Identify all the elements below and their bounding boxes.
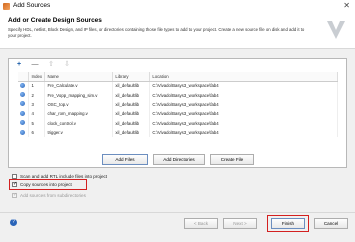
page-description: Specify HDL, netlist, Block Design, and … [8, 27, 305, 38]
row-location: C:\Vivado\Basys3_workspace\fab4 [149, 118, 338, 128]
title-bar: Add Sources ✕ [0, 0, 355, 13]
row-library[interactable]: xil_defaultlib [112, 127, 151, 138]
add-subdirs-option[interactable]: ✓ Add sources from subdirectories [12, 193, 86, 198]
row-name: Fre_Calculate.v [44, 81, 114, 91]
table-row[interactable]: 4 char_rom_mapping.v xil_defaultlib C:\V… [18, 109, 338, 119]
table-row[interactable]: 6 trigger.v xil_defaultlib C:\Vivado\Bas… [18, 127, 338, 138]
add-sources-dialog: Add Sources ✕ Add or Create Design Sourc… [0, 0, 355, 242]
row-index: 4 [28, 109, 46, 119]
sources-table: Index Name Library Location 1 Fre_Calcul… [18, 72, 338, 138]
row-location: C:\Vivado\Basys3_workspace\fab4 [149, 127, 338, 138]
copy-sources-label: Copy sources into project [20, 182, 72, 187]
table-row[interactable]: 1 Fre_Calculate.v xil_defaultlib C:\Viva… [18, 81, 338, 91]
add-files-button[interactable]: Add Files [102, 154, 148, 165]
cancel-button[interactable]: Cancel [314, 218, 348, 229]
close-icon[interactable]: ✕ [343, 1, 350, 10]
row-library[interactable]: xil_defaultlib [112, 99, 151, 110]
sources-toolbar: + — ⇧ ⇩ [9, 59, 346, 71]
col-name-header[interactable]: Name [44, 72, 114, 82]
footer-divider [0, 212, 355, 213]
vivado-logo-icon [327, 21, 345, 39]
table-row[interactable]: 2 Fre_Vopp_mapping_sim.v xil_defaultlib … [18, 90, 338, 100]
copy-sources-checkbox[interactable]: ✓ [12, 182, 17, 187]
col-location-header[interactable]: Location [149, 72, 338, 82]
help-icon[interactable]: ? [10, 219, 17, 226]
row-index: 6 [28, 127, 46, 138]
add-subdirs-label: Add sources from subdirectories [20, 193, 86, 198]
verilog-file-icon [20, 101, 25, 107]
next-button[interactable]: Next > [223, 218, 257, 229]
vivado-app-icon [3, 3, 10, 10]
verilog-file-icon [20, 129, 25, 135]
row-location: C:\Vivado\Basys3_workspace\fab4 [149, 99, 338, 110]
row-index: 2 [28, 90, 46, 100]
verilog-file-icon [20, 110, 25, 116]
row-index: 5 [28, 118, 46, 128]
add-directories-button[interactable]: Add Directories [153, 154, 205, 165]
back-button[interactable]: < Back [184, 218, 218, 229]
row-name: OSC_top.v [44, 99, 114, 110]
row-name: trigger.v [44, 127, 114, 138]
col-icon-header [18, 72, 30, 82]
table-row[interactable]: 5 clock_control.v xil_defaultlib C:\Viva… [18, 118, 338, 128]
verilog-file-icon [20, 120, 25, 126]
col-library-header[interactable]: Library [112, 72, 151, 82]
row-name: Fre_Vopp_mapping_sim.v [44, 90, 114, 100]
table-header-row: Index Name Library Location [18, 72, 338, 82]
row-location: C:\Vivado\Basys3_workspace\fab4 [149, 109, 338, 119]
create-file-button[interactable]: Create File [210, 154, 254, 165]
add-icon[interactable]: + [15, 60, 23, 70]
window-title: Add Sources [13, 2, 51, 9]
verilog-file-icon [20, 92, 25, 98]
page-title: Add or Create Design Sources [8, 17, 102, 24]
add-subdirs-checkbox[interactable]: ✓ [12, 193, 17, 198]
row-location: C:\Vivado\Basys3_workspace\fab4 [149, 81, 338, 91]
row-library[interactable]: xil_defaultlib [112, 81, 151, 91]
row-library[interactable]: xil_defaultlib [112, 90, 151, 100]
row-index: 3 [28, 99, 46, 110]
row-index: 1 [28, 81, 46, 91]
row-library[interactable]: xil_defaultlib [112, 109, 151, 119]
col-index-header[interactable]: Index [28, 72, 46, 82]
move-up-icon[interactable]: ⇧ [47, 60, 55, 70]
verilog-file-icon [20, 82, 25, 88]
row-name: clock_control.v [44, 118, 114, 128]
copy-sources-option[interactable]: ✓ Copy sources into project [12, 182, 72, 187]
row-name: char_rom_mapping.v [44, 109, 114, 119]
row-library[interactable]: xil_defaultlib [112, 118, 151, 128]
move-down-icon[interactable]: ⇩ [63, 60, 71, 70]
remove-icon[interactable]: — [31, 60, 39, 70]
finish-button[interactable]: Finish [271, 218, 305, 229]
dialog-header: Add or Create Design Sources Specify HDL… [0, 13, 355, 49]
table-row[interactable]: 3 OSC_top.v xil_defaultlib C:\Vivado\Bas… [18, 99, 338, 110]
row-location: C:\Vivado\Basys3_workspace\fab4 [149, 90, 338, 100]
